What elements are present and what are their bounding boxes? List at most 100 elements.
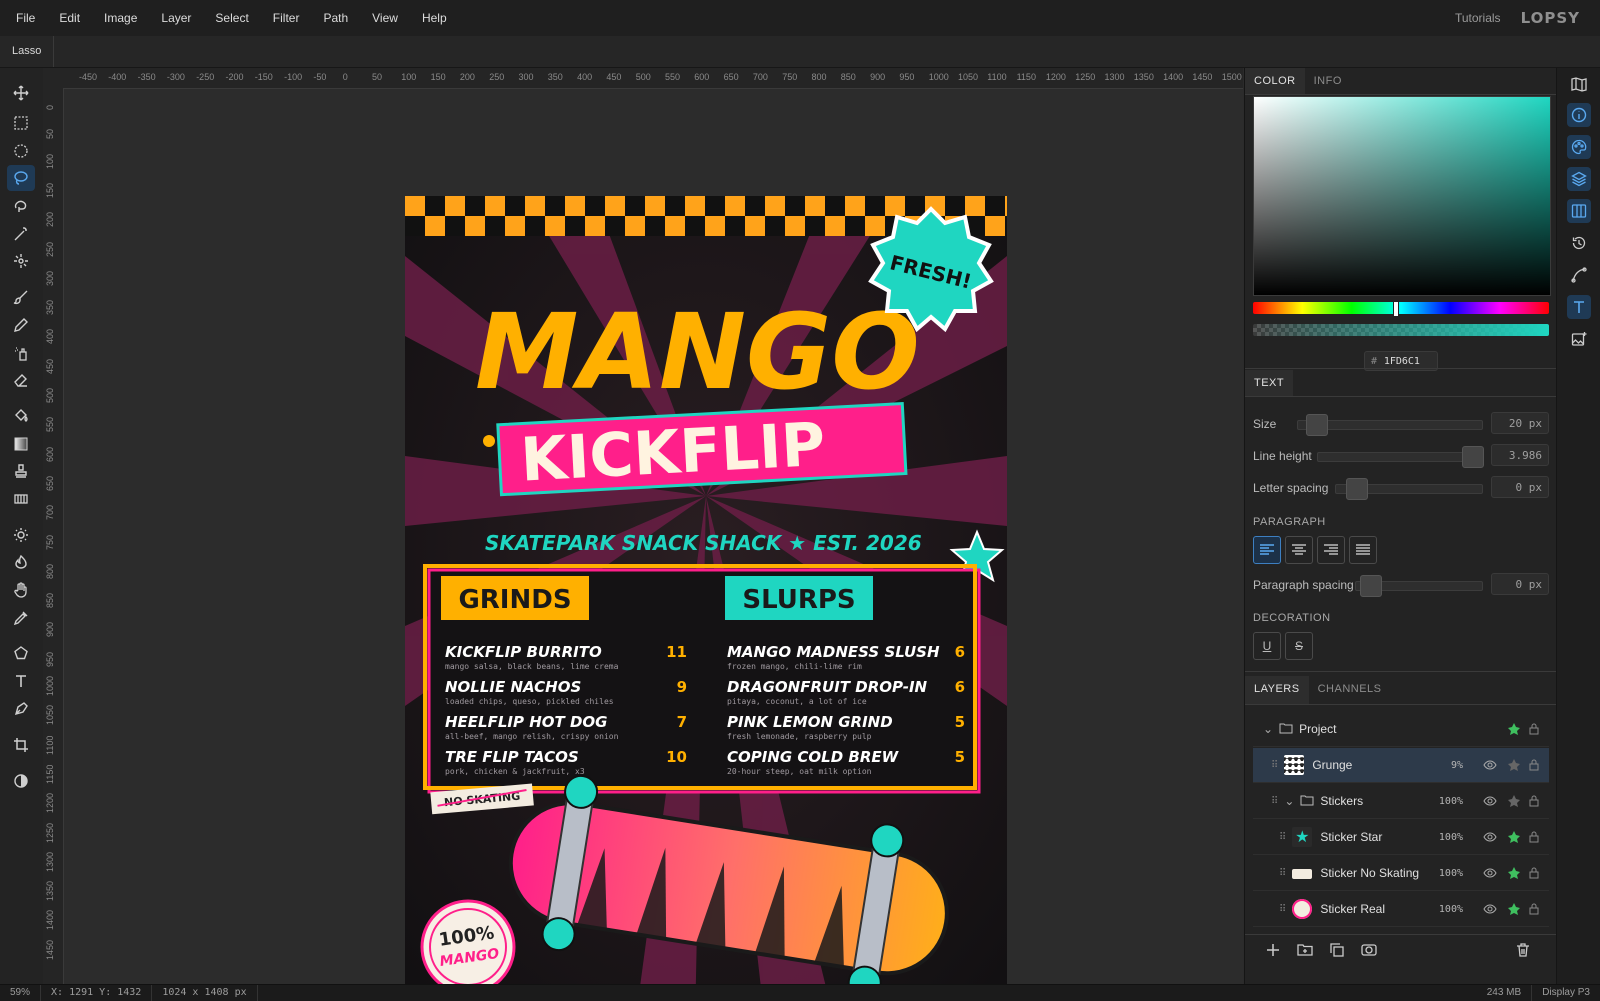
- ellipse-select-icon[interactable]: [7, 138, 35, 164]
- path-icon[interactable]: [1567, 263, 1591, 287]
- layer-row-sticker-no-skating[interactable]: ⠿ Sticker No Skating 100%: [1253, 856, 1549, 891]
- fx-icon[interactable]: [1507, 830, 1521, 844]
- align-left-button[interactable]: [1253, 536, 1281, 564]
- bucket-icon[interactable]: [7, 403, 35, 429]
- strikethrough-button[interactable]: S: [1285, 632, 1313, 660]
- lock-icon[interactable]: [1527, 722, 1541, 736]
- size-slider[interactable]: [1297, 414, 1483, 436]
- layers-icon[interactable]: [1567, 167, 1591, 191]
- drag-handle-icon[interactable]: ⠿: [1279, 832, 1286, 843]
- menu-select[interactable]: Select: [203, 11, 260, 25]
- mask-icon[interactable]: [1361, 942, 1377, 961]
- letter-spacing-value[interactable]: 0 px: [1491, 476, 1549, 498]
- layer-row-grunge[interactable]: ⠿ Grunge 9%: [1253, 748, 1549, 783]
- eraser-icon[interactable]: [7, 367, 35, 393]
- pattern-icon[interactable]: [7, 486, 35, 512]
- add-layer-icon[interactable]: [1265, 942, 1281, 961]
- dodge-icon[interactable]: [7, 522, 35, 548]
- stamp-icon[interactable]: [7, 458, 35, 484]
- new-group-icon[interactable]: [1297, 942, 1313, 961]
- line-height-value[interactable]: 3.986: [1491, 444, 1549, 466]
- columns-icon[interactable]: [1567, 199, 1591, 223]
- spray-icon[interactable]: [7, 340, 35, 366]
- trash-icon[interactable]: [1515, 942, 1531, 961]
- palette-icon[interactable]: [1567, 135, 1591, 159]
- fx-icon[interactable]: [1507, 758, 1521, 772]
- image-add-icon[interactable]: [1567, 327, 1591, 351]
- paragraph-spacing-value[interactable]: 0 px: [1491, 573, 1549, 595]
- eye-icon[interactable]: [1483, 758, 1497, 772]
- text-icon[interactable]: [7, 668, 35, 694]
- menu-help[interactable]: Help: [410, 11, 459, 25]
- eyedropper-icon[interactable]: [7, 605, 35, 631]
- layer-row-project[interactable]: ⌄ Project: [1253, 712, 1549, 747]
- menu-path[interactable]: Path: [311, 11, 360, 25]
- lock-icon[interactable]: [1527, 794, 1541, 808]
- layer-opacity[interactable]: 100%: [1439, 868, 1463, 879]
- rect-select-icon[interactable]: [7, 110, 35, 136]
- lock-icon[interactable]: [1527, 758, 1541, 772]
- letter-spacing-slider[interactable]: [1335, 478, 1483, 500]
- align-justify-button[interactable]: [1349, 536, 1377, 564]
- layer-opacity[interactable]: 9%: [1451, 760, 1463, 771]
- tab-color[interactable]: COLOR: [1245, 68, 1305, 94]
- drag-handle-icon[interactable]: ⠿: [1271, 796, 1278, 807]
- eye-icon[interactable]: [1483, 866, 1497, 880]
- tab-layers[interactable]: LAYERS: [1245, 676, 1309, 704]
- burn-icon[interactable]: [7, 549, 35, 575]
- color-field[interactable]: [1253, 96, 1551, 296]
- layer-opacity[interactable]: 100%: [1439, 904, 1463, 915]
- fx-icon[interactable]: [1507, 902, 1521, 916]
- layer-row-sticker-real[interactable]: ⠿ Sticker Real 100%: [1253, 892, 1549, 927]
- alpha-slider[interactable]: [1253, 324, 1549, 336]
- align-center-button[interactable]: [1285, 536, 1313, 564]
- lasso-icon[interactable]: [7, 165, 35, 191]
- menu-filter[interactable]: Filter: [261, 11, 312, 25]
- layer-opacity[interactable]: 100%: [1439, 832, 1463, 843]
- gradient-icon[interactable]: [7, 431, 35, 457]
- lock-icon[interactable]: [1527, 866, 1541, 880]
- menu-layer[interactable]: Layer: [149, 11, 203, 25]
- fx-icon[interactable]: [1507, 794, 1521, 808]
- eye-icon[interactable]: [1483, 830, 1497, 844]
- layer-opacity[interactable]: 100%: [1439, 796, 1463, 807]
- menu-edit[interactable]: Edit: [47, 11, 92, 25]
- line-height-slider[interactable]: [1317, 446, 1484, 468]
- info-icon[interactable]: [1567, 103, 1591, 127]
- poster-document[interactable]: MANGO KICKFLIP FRESH! SKATEPARK SNACK SH…: [405, 196, 1007, 984]
- hand-icon[interactable]: [7, 577, 35, 603]
- contrast-icon[interactable]: [7, 768, 35, 794]
- magnetic-lasso-icon[interactable]: [7, 193, 35, 219]
- drag-handle-icon[interactable]: ⠿: [1279, 904, 1286, 915]
- menu-image[interactable]: Image: [92, 11, 149, 25]
- fx-icon[interactable]: [1507, 722, 1521, 736]
- pencil-icon[interactable]: [7, 312, 35, 338]
- layer-row-stickers[interactable]: ⠿ ⌄ Stickers 100%: [1253, 784, 1549, 819]
- zoom-level[interactable]: 59%: [0, 985, 42, 1001]
- eye-icon[interactable]: [1483, 794, 1497, 808]
- move-icon[interactable]: [7, 80, 35, 106]
- tutorials-link[interactable]: Tutorials: [1455, 11, 1501, 25]
- magic-wand-icon[interactable]: [7, 221, 35, 247]
- crop-icon[interactable]: [7, 732, 35, 758]
- chevron-down-icon[interactable]: ⌄: [1263, 722, 1273, 736]
- menu-file[interactable]: File: [0, 11, 47, 25]
- canvas-area[interactable]: MANGO KICKFLIP FRESH! SKATEPARK SNACK SH…: [64, 89, 1243, 984]
- layer-row-sticker-star[interactable]: ⠿ ★ Sticker Star 100%: [1253, 820, 1549, 855]
- pen-icon[interactable]: [7, 696, 35, 722]
- menu-view[interactable]: View: [360, 11, 410, 25]
- size-value[interactable]: 20 px: [1491, 412, 1549, 434]
- tab-info[interactable]: INFO: [1305, 68, 1351, 94]
- align-right-button[interactable]: [1317, 536, 1345, 564]
- lock-icon[interactable]: [1527, 830, 1541, 844]
- drag-handle-icon[interactable]: ⠿: [1271, 760, 1278, 771]
- paragraph-spacing-slider[interactable]: [1355, 575, 1483, 597]
- fx-icon[interactable]: [1507, 866, 1521, 880]
- text-panel-icon[interactable]: [1567, 295, 1591, 319]
- hue-slider[interactable]: [1253, 301, 1549, 317]
- duplicate-icon[interactable]: [1329, 942, 1345, 961]
- tab-channels[interactable]: CHANNELS: [1309, 676, 1391, 704]
- history-icon[interactable]: [1567, 231, 1591, 255]
- shape-icon[interactable]: [7, 640, 35, 666]
- map-icon[interactable]: [1567, 72, 1591, 96]
